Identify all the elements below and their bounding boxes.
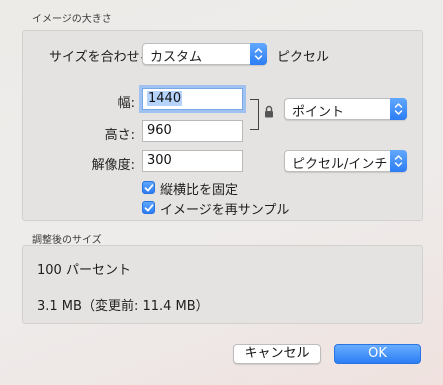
resolution-label: 解像度: xyxy=(91,158,135,173)
image-size-section-title: イメージの大きさ xyxy=(32,14,112,25)
width-value: 1440 xyxy=(147,91,183,106)
size-unit-arrows-icon xyxy=(390,98,407,120)
height-label: 高さ: xyxy=(104,128,135,143)
fit-unit-label: ピクセル xyxy=(277,50,330,65)
percent-text: 100 パーセント xyxy=(37,263,131,278)
resolution-unit-popup[interactable]: ピクセル/インチ xyxy=(284,150,407,172)
height-field[interactable]: 960 xyxy=(142,120,243,142)
size-unit-popup[interactable]: ポイント xyxy=(284,98,407,120)
fit-popup[interactable]: カスタム xyxy=(142,43,267,65)
checkmark-icon xyxy=(144,204,154,212)
size-unit-value: ポイント xyxy=(292,105,345,120)
proportional-checkbox[interactable] xyxy=(142,181,155,194)
image-size-panel: サイズを合わせる: カスタム ピクセル 幅: 1440 高さ: 960 ポイント… xyxy=(22,30,423,221)
result-section-title: 調整後のサイズ xyxy=(32,235,102,246)
ok-button[interactable]: OK xyxy=(334,344,421,364)
resolution-unit-arrows-icon xyxy=(390,150,407,172)
resolution-field[interactable]: 300 xyxy=(142,150,243,172)
lock-icon[interactable] xyxy=(264,105,274,122)
fit-popup-arrows-icon xyxy=(250,43,267,65)
constrain-bracket xyxy=(250,99,259,130)
width-field[interactable]: 1440 xyxy=(142,88,243,110)
fit-popup-value: カスタム xyxy=(150,50,203,65)
fit-label: サイズを合わせる: xyxy=(49,50,157,65)
height-value: 960 xyxy=(147,123,172,138)
file-size-text: 3.1 MB（変更前: 11.4 MB） xyxy=(37,299,209,314)
resolution-unit-value: ピクセル/インチ xyxy=(292,157,388,172)
resample-label[interactable]: イメージを再サンプル xyxy=(160,199,289,218)
width-label: 幅: xyxy=(117,96,135,111)
resample-checkbox[interactable] xyxy=(142,201,155,214)
cancel-button[interactable]: キャンセル xyxy=(233,344,321,364)
checkmark-icon xyxy=(144,184,154,192)
result-panel: 100 パーセント 3.1 MB（変更前: 11.4 MB） xyxy=(22,245,423,324)
resolution-value: 300 xyxy=(147,153,172,168)
proportional-label[interactable]: 縦横比を固定 xyxy=(160,179,238,198)
